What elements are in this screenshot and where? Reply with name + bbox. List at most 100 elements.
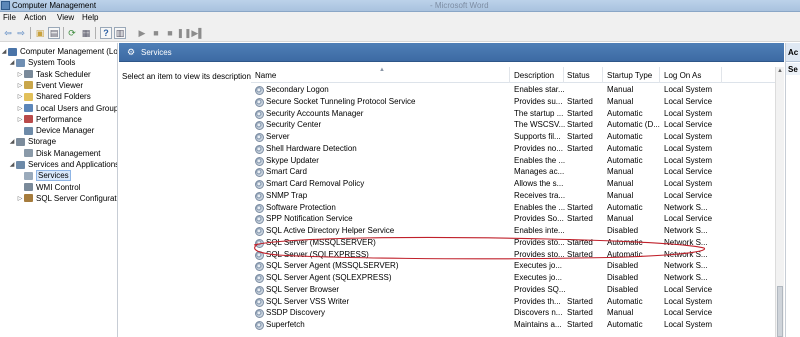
tree-item[interactable]: Device Manager	[17, 125, 94, 136]
service-log-on-as: Local Service	[664, 214, 713, 224]
service-row[interactable]: Security Accounts Manager The startup ...…	[251, 108, 775, 120]
tree-item-label: Computer Management (Local	[20, 47, 118, 56]
service-status: Started	[567, 249, 593, 259]
refresh-icon[interactable]: ⟳	[66, 27, 78, 39]
tree-item-label: Services and Applications	[28, 160, 118, 169]
service-row[interactable]: Secondary Logon Enables star... Manual Loca…	[251, 84, 775, 96]
service-log-on-as: Network S...	[664, 202, 708, 212]
help-icon[interactable]: ?	[100, 27, 112, 39]
background-window-title: - Microsoft Word	[430, 1, 489, 10]
service-name: SQL Server (SQLEXPRESS)	[266, 249, 369, 259]
column-divider[interactable]	[602, 67, 603, 83]
service-row[interactable]: Smart Card Manages ac... Manual Local Servi…	[251, 166, 775, 178]
console-tree: ◢ Computer Management (Local ◢ System Tools…	[0, 43, 118, 337]
scrollbar-thumb[interactable]	[777, 286, 783, 337]
column-divider[interactable]	[563, 67, 564, 83]
service-row[interactable]: SQL Server (MSSQLSERVER) Provides sto... S…	[251, 237, 775, 249]
service-row[interactable]: Security Center The WSCSV... Started Automa…	[251, 119, 775, 131]
service-row[interactable]: Skype Updater Enables the ... Automatic Loc…	[251, 155, 775, 167]
service-description: Discovers n...	[514, 308, 563, 318]
tree-item[interactable]: ▷ SQL Server Configuratio	[17, 193, 117, 204]
tree-item[interactable]: ▷ Shared Folders	[17, 91, 91, 102]
expander-icon[interactable]: ▷	[17, 116, 23, 123]
expander-icon[interactable]: ▷	[17, 71, 23, 78]
tree-item[interactable]: ▷ Performance	[17, 114, 82, 125]
menu-file[interactable]: File	[3, 13, 16, 22]
service-row[interactable]: SPP Notification Service Provides So... St…	[251, 213, 775, 225]
service-row[interactable]: Shell Hardware Detection Provides no... St…	[251, 143, 775, 155]
service-row[interactable]: SQL Server VSS Writer Provides th... Start…	[251, 296, 775, 308]
column-log-on-as[interactable]: Log On As	[664, 71, 701, 80]
service-status: Started	[567, 108, 593, 118]
show-hide-console-tree-icon[interactable]: ▤	[48, 27, 60, 39]
service-row[interactable]: SQL Active Directory Helper Service Enabl…	[251, 225, 775, 237]
tree-item[interactable]: Disk Management	[17, 148, 100, 159]
tree-item[interactable]: ◢ Services and Applications	[9, 159, 118, 170]
expander-icon[interactable]: ◢	[1, 48, 7, 55]
forward-arrow-icon[interactable]: ⇨	[15, 27, 27, 39]
toolbar: ⇦ ⇨ ▣ ▤ ⟳ ▦ ? ▥ ▶ ■ ■ ❚❚ ▶▌	[0, 24, 800, 42]
service-row[interactable]: Superfetch Maintains a... Started Automatic…	[251, 319, 775, 331]
service-row[interactable]: SQL Server Agent (MSSQLSERVER) Executes j…	[251, 260, 775, 272]
column-description[interactable]: Description	[514, 71, 554, 80]
tree-item[interactable]: ◢ Computer Management (Local	[1, 46, 118, 57]
expander-icon[interactable]: ◢	[9, 138, 15, 145]
up-folder-icon[interactable]: ▣	[34, 27, 46, 39]
service-row[interactable]: Smart Card Removal Policy Allows the s...…	[251, 178, 775, 190]
tree-item[interactable]: ◢ Storage	[9, 136, 56, 147]
tree-item[interactable]: WMI Control	[17, 182, 80, 193]
service-startup-type: Automatic	[607, 132, 643, 141]
menu-action[interactable]: Action	[24, 13, 46, 22]
expander-icon[interactable]: ▷	[17, 195, 23, 202]
description-text: Select an item to view its description.	[122, 72, 254, 81]
actions-title: Ac	[786, 43, 800, 62]
service-row[interactable]: Server Supports fil... Started Automatic Loc…	[251, 131, 775, 143]
tree-item[interactable]: ◢ System Tools	[9, 57, 76, 68]
service-log-on-as: Local Service	[664, 284, 713, 294]
service-row[interactable]: SQL Server (SQLEXPRESS) Provides sto... St…	[251, 249, 775, 261]
service-startup-type: Automatic	[607, 143, 643, 153]
service-startup-type: Automatic	[607, 249, 643, 259]
service-log-on-as: Local System	[664, 155, 713, 165]
service-description: Provides sto...	[514, 237, 565, 247]
properties-icon[interactable]: ▥	[114, 27, 126, 39]
tree-item[interactable]: ▷ Task Scheduler	[17, 69, 91, 80]
service-row[interactable]: SQL Server Agent (SQLEXPRESS) Executes jo…	[251, 272, 775, 284]
service-description: Provides SQ...	[514, 284, 566, 294]
column-name[interactable]: Name	[255, 71, 276, 80]
expander-icon[interactable]: ▷	[17, 93, 23, 100]
services-scrollbar[interactable]: ▲	[775, 67, 784, 337]
service-description: The WSCSV...	[514, 120, 566, 130]
service-log-on-as: Local Service	[664, 308, 713, 318]
stop-service-icon[interactable]: ■	[150, 27, 162, 39]
restart-service-icon[interactable]: ▶▌	[191, 27, 204, 39]
export-list-icon[interactable]: ▦	[80, 27, 92, 39]
column-divider[interactable]	[721, 67, 722, 83]
column-divider[interactable]	[659, 67, 660, 83]
tree-item[interactable]: Services	[17, 170, 71, 182]
service-row[interactable]: SNMP Trap Receives tra... Manual Local Serv…	[251, 190, 775, 202]
expander-icon[interactable]: ◢	[9, 59, 15, 66]
service-row[interactable]: SQL Server Browser Provides SQ... Disabled…	[251, 284, 775, 296]
start-service-icon[interactable]: ▶	[136, 27, 148, 39]
scroll-up-icon[interactable]: ▲	[777, 68, 783, 74]
disk-icon	[24, 149, 33, 158]
tree-item[interactable]: ▷ Event Viewer	[17, 80, 83, 91]
service-row[interactable]: Secure Socket Tunneling Protocol Service…	[251, 96, 775, 108]
service-row[interactable]: SSDP Discovery Discovers n... Started Manua…	[251, 307, 775, 319]
column-status[interactable]: Status	[567, 71, 590, 80]
stop-icon[interactable]: ■	[164, 27, 176, 39]
service-row[interactable]: Software Protection Enables the ... Starte…	[251, 202, 775, 214]
expander-icon[interactable]: ▷	[17, 82, 23, 89]
expander-icon[interactable]: ▷	[17, 105, 23, 112]
menu-help[interactable]: Help	[82, 13, 98, 22]
pause-service-icon[interactable]: ❚❚	[176, 27, 191, 39]
column-startup-type[interactable]: Startup Type	[607, 71, 652, 80]
column-divider[interactable]	[509, 67, 510, 83]
menu-view[interactable]: View	[57, 13, 74, 22]
expander-icon[interactable]: ◢	[9, 161, 15, 168]
tree-item[interactable]: ▷ Local Users and Groups	[17, 103, 117, 114]
back-arrow-icon[interactable]: ⇦	[2, 27, 14, 39]
service-status: Started	[567, 320, 593, 329]
actions-section-services[interactable]: Se	[786, 63, 800, 75]
